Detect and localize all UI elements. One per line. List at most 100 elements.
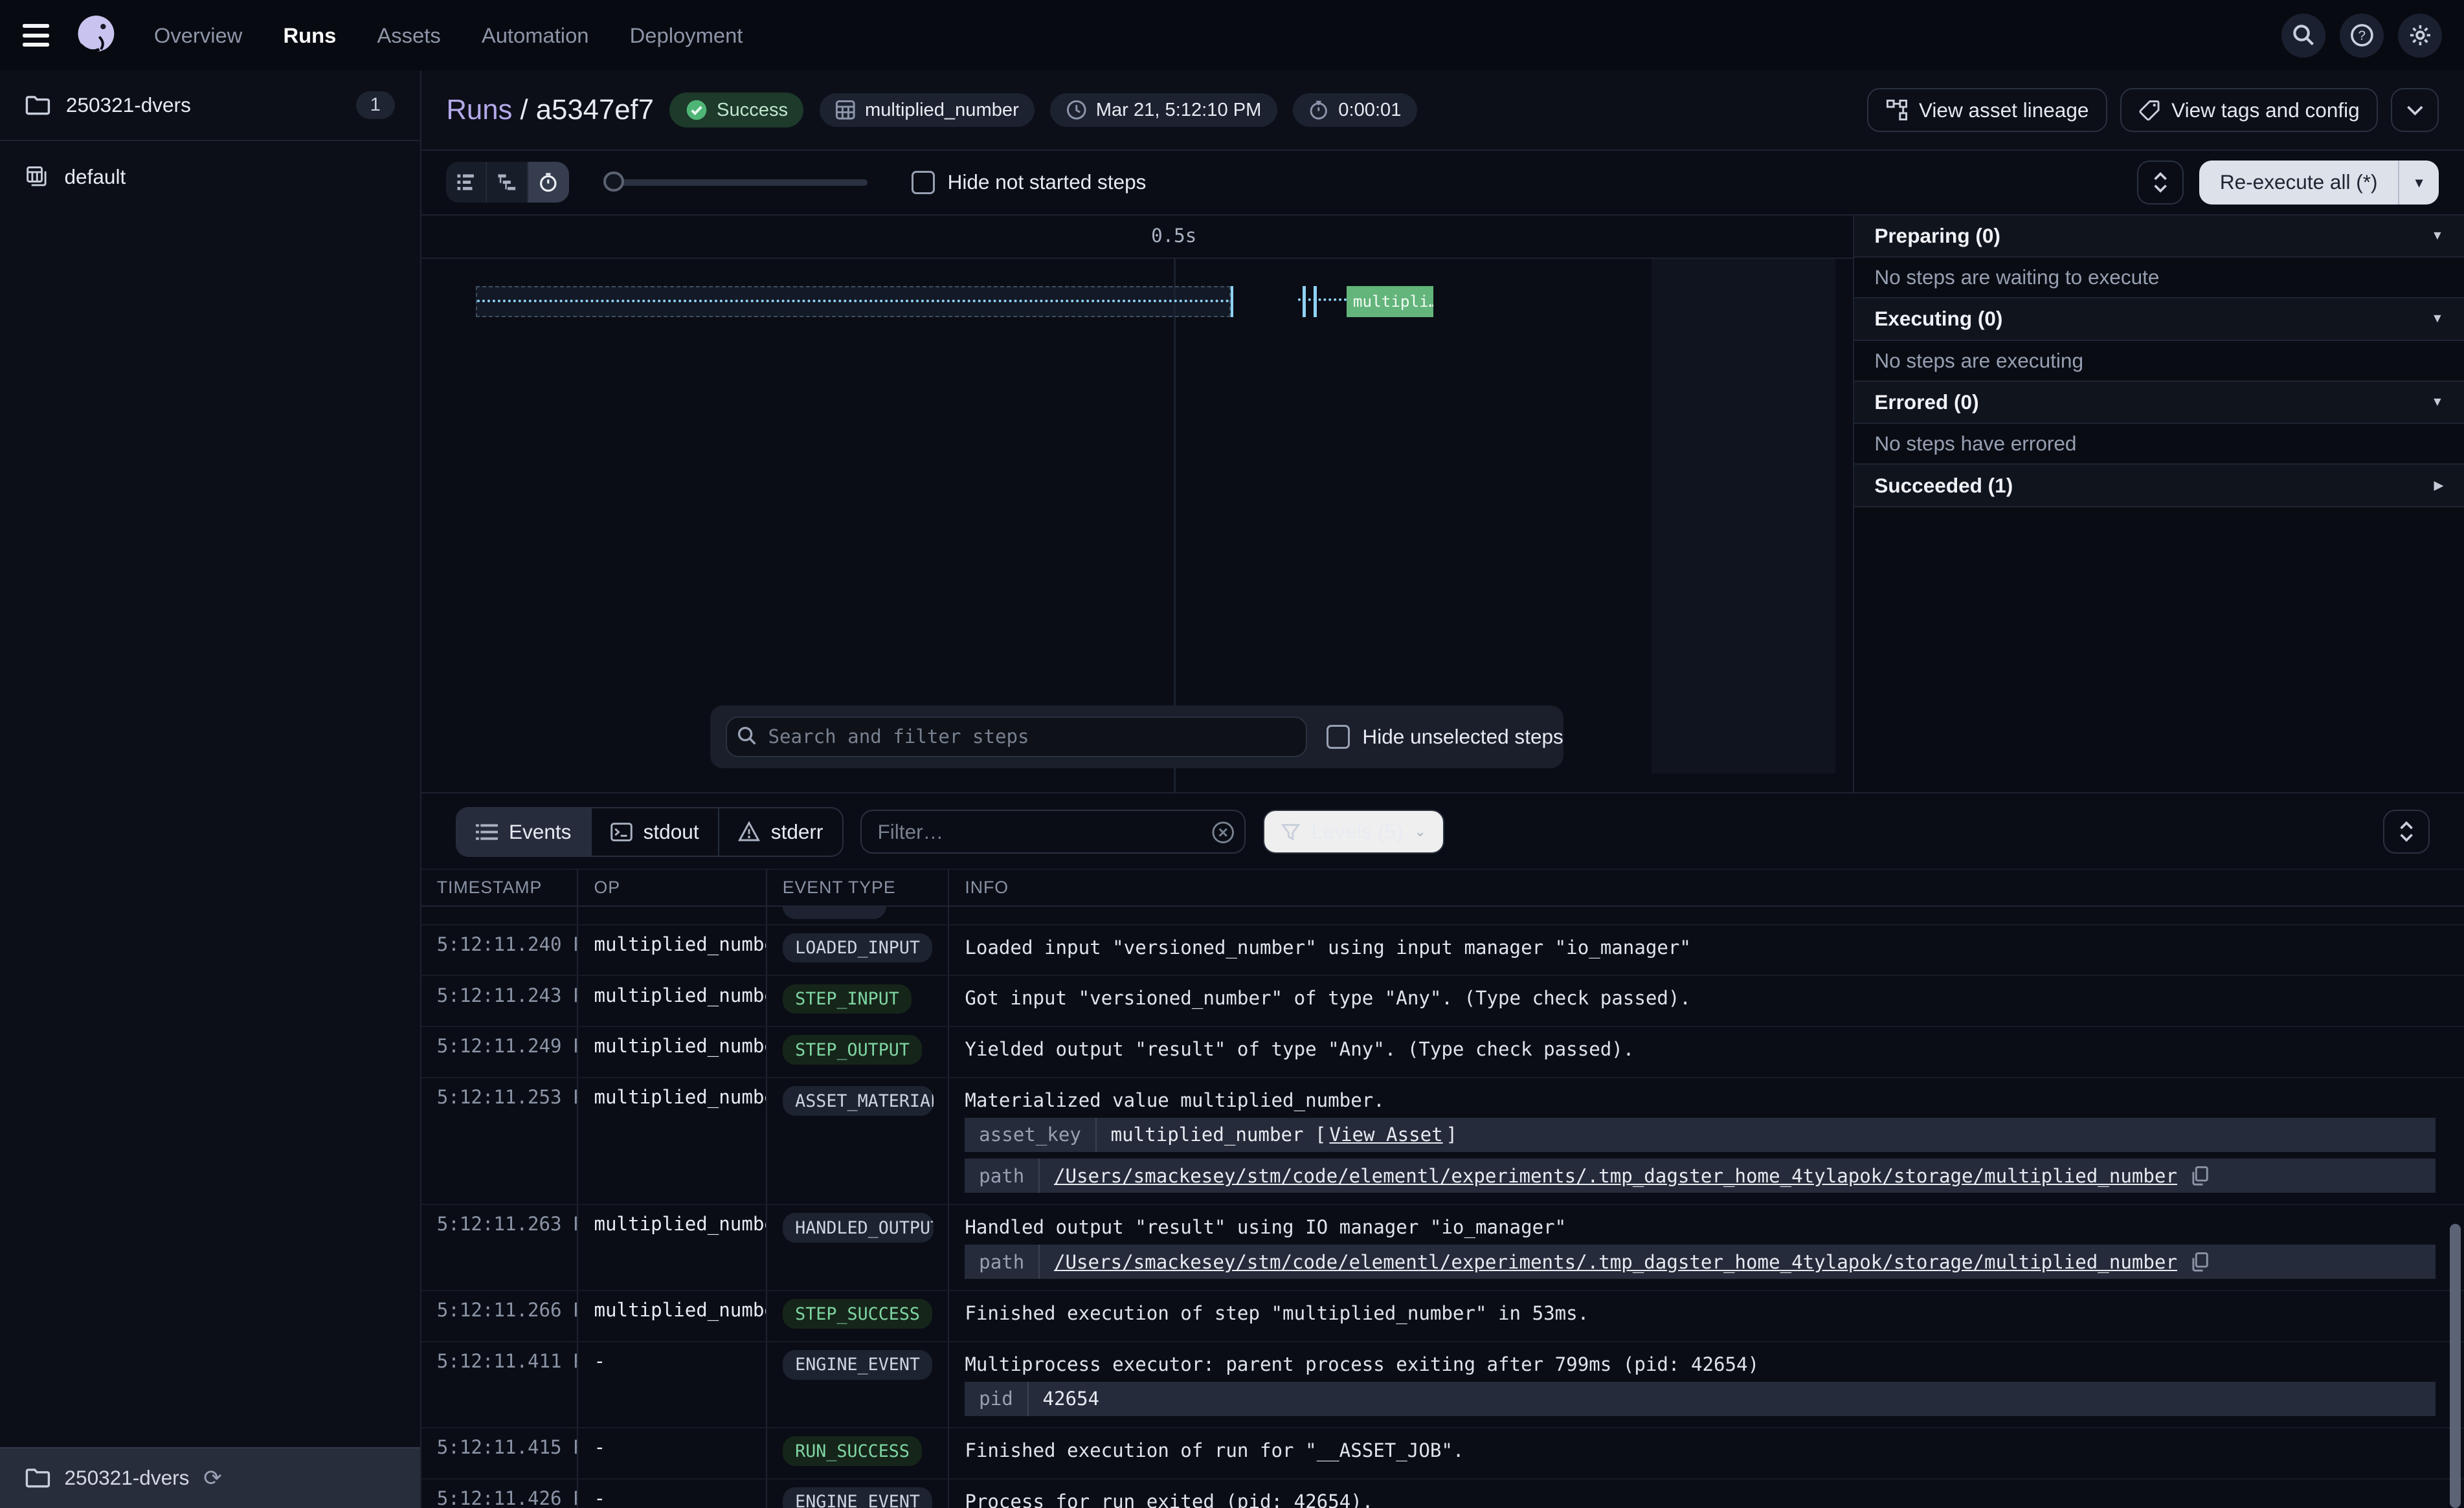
log-op: -	[578, 1480, 767, 1508]
metadata-entry-pid: pid42654	[965, 1382, 2436, 1416]
metadata-value: /Users/smackesey/stm/code/elementl/exper…	[1040, 1165, 2223, 1187]
nav-item-assets[interactable]: Assets	[377, 23, 440, 48]
unfold-icon	[2399, 821, 2414, 842]
event-type-badge: STEP_SUCCESS	[783, 1299, 933, 1329]
tab-events[interactable]: Events	[457, 808, 592, 856]
expand-panel-button[interactable]	[2137, 161, 2184, 205]
top-nav: Overview Runs Assets Automation Deployment ?	[0, 0, 2464, 71]
log-filter-input[interactable]	[860, 810, 1246, 854]
menu-icon[interactable]	[0, 24, 73, 47]
nav-item-deployment[interactable]: Deployment	[630, 23, 743, 48]
gear-icon[interactable]	[2398, 14, 2442, 58]
sidebar-item-workspace[interactable]: 250321-dvers 1	[0, 71, 420, 141]
log-filter-box	[860, 810, 1246, 854]
zoom-slider-track[interactable]	[603, 179, 868, 186]
levels-dropdown[interactable]: Levels (5) ⌄	[1263, 810, 1445, 854]
metadata-key: path	[965, 1245, 1040, 1279]
zoom-slider[interactable]	[603, 172, 868, 194]
sidebar-footer[interactable]: 250321-dvers ⟳	[0, 1447, 420, 1508]
step-section-body: No steps are waiting to execute	[1854, 258, 2464, 298]
checkbox-box[interactable]	[912, 171, 935, 194]
copy-icon[interactable]	[2191, 1166, 2209, 1186]
waiting-span-bar[interactable]	[476, 286, 1230, 318]
timed-view-button[interactable]	[528, 162, 569, 203]
log-info-text: Handled output "result" using IO manager…	[965, 1213, 2464, 1238]
waterfall-view-button[interactable]	[487, 162, 528, 203]
header-more-button[interactable]	[2391, 88, 2439, 132]
view-asset-link[interactable]: View Asset	[1329, 1124, 1442, 1146]
log-event-type: STEP_INPUT	[767, 976, 950, 1026]
step-section-title: Succeeded (1)	[1874, 474, 2013, 498]
log-info: Handled output "result" using IO manager…	[949, 1205, 2464, 1290]
log-row: 5:12:11.243 PMmultiplied_numberSTEP_INPU…	[421, 976, 2464, 1027]
events-panel: Eventsstdoutstderr Levels (5) ⌄	[421, 795, 2464, 1508]
zoom-slider-knob[interactable]	[603, 172, 624, 192]
log-timestamp: 5:12:11.426 PM	[421, 1480, 579, 1508]
log-info: Loaded input "versioned_number" using in…	[949, 926, 2464, 975]
tab-stdout[interactable]: stdout	[592, 808, 719, 856]
breadcrumb-runs-link[interactable]: Runs	[446, 94, 512, 126]
nav-item-runs[interactable]: Runs	[283, 23, 336, 48]
run-header: Runs / a5347ef7 Success multiplied_numbe…	[421, 71, 2464, 151]
sidebar-item-default[interactable]: default	[0, 141, 420, 212]
events-tabs-row: Eventsstdoutstderr Levels (5) ⌄	[421, 795, 2464, 869]
asset-tag[interactable]: multiplied_number	[820, 93, 1035, 127]
log-row: 5:12:11.426 PM-ENGINE_EVENTProcess for r…	[421, 1480, 2464, 1508]
step-section-succeeded-1[interactable]: Succeeded (1) ▶	[1854, 465, 2464, 507]
asset-group-label: default	[65, 165, 126, 189]
log-info-text: Materialized value multiplied_number.	[965, 1086, 2464, 1111]
refresh-icon[interactable]: ⟳	[203, 1465, 221, 1491]
step-section-errored-0[interactable]: Errored (0)▼	[1854, 382, 2464, 425]
log-row: 5:12:11.415 PM-RUN_SUCCESSFinished execu…	[421, 1428, 2464, 1480]
hide-not-started-checkbox[interactable]: Hide not started steps	[912, 170, 1147, 194]
hide-unselected-checkbox[interactable]: Hide unselected steps	[1327, 725, 1563, 749]
asset-group-icon	[25, 165, 49, 188]
gantt-toolbar-right: Re-execute all (*) ▾	[2137, 161, 2439, 205]
step-section-preparing-0[interactable]: Preparing (0)▼	[1854, 216, 2464, 258]
asset-grid-icon	[835, 100, 856, 120]
chevron-right-icon: ▶	[2434, 478, 2444, 493]
reexecute-dropdown[interactable]: ▾	[2398, 161, 2439, 205]
log-op: multiplied_number	[578, 1205, 767, 1290]
log-op: multiplied_number	[578, 1291, 767, 1341]
log-op: -	[578, 1428, 767, 1478]
time-tick-label: 0.5s	[1151, 225, 1196, 247]
start-time-pill: Mar 21, 5:12:10 PM	[1050, 93, 1277, 127]
log-op: multiplied_number	[578, 1078, 767, 1204]
tag-icon	[2138, 99, 2160, 121]
marker-tick	[1231, 286, 1234, 318]
gantt-timeline: 0.5s	[421, 216, 1853, 260]
col-op: OP	[578, 870, 767, 905]
checkbox-box[interactable]	[1327, 725, 1350, 748]
reexecute-button[interactable]: Re-execute all (*)	[2199, 161, 2398, 205]
metadata-path-link[interactable]: /Users/smackesey/stm/code/elementl/exper…	[1054, 1165, 2177, 1187]
step-status-panel: Preparing (0)▼No steps are waiting to ex…	[1853, 216, 2464, 792]
clear-filter-icon[interactable]	[1211, 821, 1235, 844]
log-row: 5:12:11.253 PMmultiplied_numberASSET_MAT…	[421, 1078, 2464, 1205]
log-info-text: Yielded output "result" of type "Any". (…	[965, 1035, 2464, 1060]
workspace-name: 250321-dvers	[66, 93, 191, 117]
log-op: multiplied_number	[578, 1027, 767, 1077]
flat-view-button[interactable]	[446, 162, 487, 203]
view-tags-config-button[interactable]: View tags and config	[2120, 88, 2379, 132]
tab-stderr[interactable]: stderr	[719, 808, 842, 856]
log-info-text: Loaded input "versioned_number" using in…	[965, 933, 2464, 959]
event-type-badge: LOADED_INPUT	[783, 933, 933, 963]
expand-logs-button[interactable]	[2383, 810, 2430, 854]
dagster-logo[interactable]	[73, 12, 120, 59]
clock-icon	[1066, 100, 1087, 120]
filter-funnel-icon	[1281, 823, 1300, 841]
step-search-input[interactable]	[726, 716, 1307, 757]
step-section-executing-0[interactable]: Executing (0)▼	[1854, 298, 2464, 341]
search-icon[interactable]	[2281, 14, 2325, 58]
step-search-box	[726, 716, 1307, 757]
partial-log-row	[421, 907, 2464, 926]
help-icon[interactable]: ?	[2340, 14, 2384, 58]
nav-item-overview[interactable]: Overview	[154, 23, 243, 48]
nav-item-automation[interactable]: Automation	[482, 23, 589, 48]
metadata-path-link[interactable]: /Users/smackesey/stm/code/elementl/exper…	[1054, 1251, 2177, 1273]
copy-icon[interactable]	[2191, 1252, 2209, 1272]
vertical-scrollbar[interactable]	[2450, 1224, 2461, 1508]
view-asset-lineage-button[interactable]: View asset lineage	[1867, 88, 2107, 132]
step-bar-multiplied-number[interactable]: multipli…	[1347, 286, 1433, 318]
